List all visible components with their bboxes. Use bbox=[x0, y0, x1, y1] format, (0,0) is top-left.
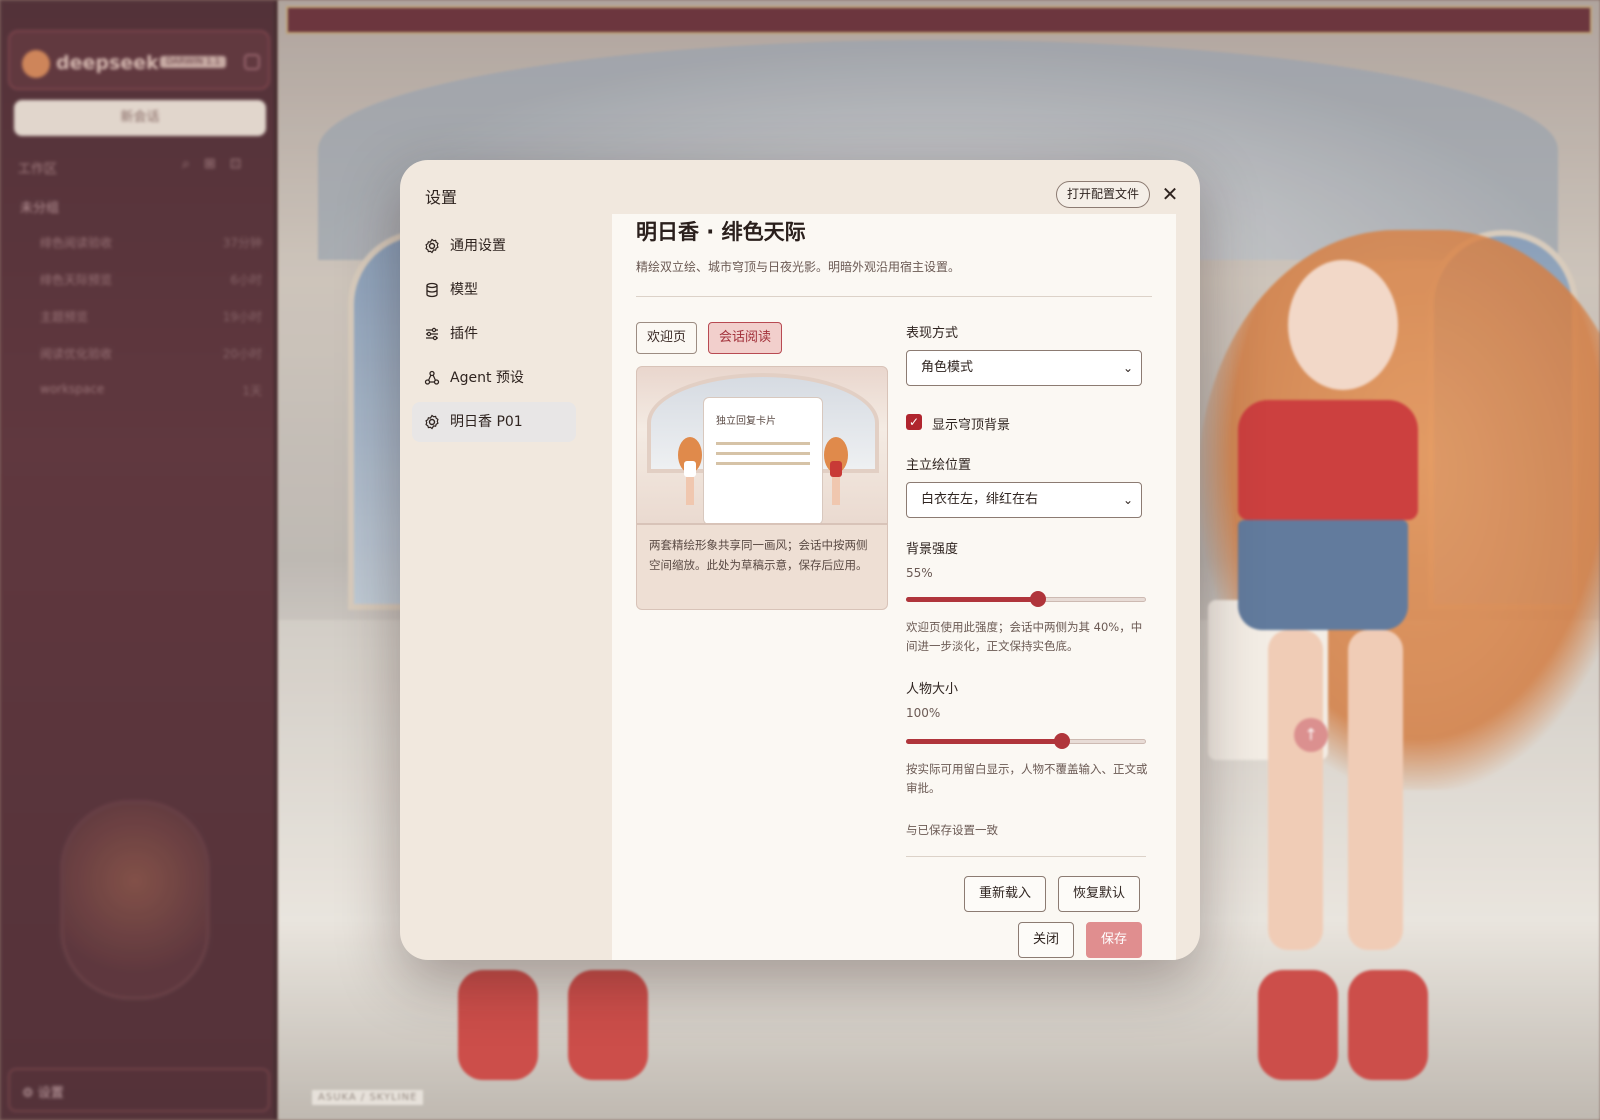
divider bbox=[636, 296, 1152, 297]
sliders-icon bbox=[426, 327, 438, 341]
preview-note: 两套精绘形象共享同一画风；会话中按两侧空间缩放。此处为草稿示意，保存后应用。 bbox=[636, 524, 888, 610]
size-value: 100% bbox=[906, 706, 941, 720]
nav-label: 通用设置 bbox=[450, 238, 506, 254]
mode-label: 表现方式 bbox=[906, 326, 959, 341]
page-subtitle: 精绘双立绘、城市穹顶与日夜光影。明暗外观沿用宿主设置。 bbox=[636, 260, 961, 274]
settings-dialog: 设置 打开配置文件 ✕ 通用设置 模型 插件 Agent 预设 明日香 P01 … bbox=[400, 160, 1200, 960]
bg-strength-hint: 欢迎页使用此强度；会话中两侧为其 40%，中间进一步淡化，正文保持实色底。 bbox=[906, 620, 1143, 653]
save-status: 与已保存设置一致 bbox=[906, 823, 998, 837]
nav-label: 模型 bbox=[450, 282, 478, 298]
agent-icon bbox=[424, 370, 440, 385]
tab-welcome[interactable]: 欢迎页 bbox=[636, 322, 698, 354]
preview-text-line bbox=[716, 452, 810, 455]
slider-fill bbox=[906, 597, 1038, 602]
preview-reply-card: 独立回复卡片 bbox=[703, 397, 823, 523]
chevron-down-icon: ⌄ bbox=[1122, 361, 1133, 375]
reload-button[interactable]: 重新载入 bbox=[964, 876, 1047, 912]
nav-item-plugins[interactable]: 插件 bbox=[412, 314, 576, 354]
preview-card-label: 独立回复卡片 bbox=[716, 416, 776, 427]
mode-select[interactable]: 角色模式 ⌄ bbox=[906, 350, 1142, 386]
size-slider[interactable] bbox=[906, 732, 1146, 750]
nav-item-models[interactable]: 模型 bbox=[412, 270, 576, 310]
gear-icon bbox=[425, 414, 439, 430]
settings-content: 明日香 · 绯色天际 精绘双立绘、城市穹顶与日夜光影。明暗外观沿用宿主设置。 欢… bbox=[612, 214, 1176, 960]
position-label: 主立绘位置 bbox=[906, 458, 972, 473]
nav-label: 插件 bbox=[450, 326, 478, 342]
slider-thumb[interactable] bbox=[1030, 591, 1046, 607]
position-select[interactable]: 白衣在左，绯红在右 ⌄ bbox=[906, 482, 1142, 518]
dome-checkbox-label[interactable]: 显示穹顶背景 bbox=[932, 414, 1010, 433]
size-hint: 按实际可用留白显示，人物不覆盖输入、正文或审批。 bbox=[906, 762, 1148, 795]
page-title: 明日香 · 绯色天际 bbox=[636, 220, 806, 244]
nav-label: Agent 预设 bbox=[450, 370, 524, 386]
settings-nav: 通用设置 模型 插件 Agent 预设 明日香 P01 bbox=[412, 226, 576, 446]
nav-item-general[interactable]: 通用设置 bbox=[412, 226, 576, 266]
nav-item-asuka-p01[interactable]: 明日香 P01 bbox=[412, 402, 576, 442]
dome-checkbox[interactable]: ✓ bbox=[906, 414, 922, 430]
database-icon bbox=[426, 282, 438, 298]
open-config-button[interactable]: 打开配置文件 bbox=[1055, 181, 1150, 208]
size-label: 人物大小 bbox=[906, 682, 959, 697]
divider bbox=[906, 856, 1146, 857]
save-button[interactable]: 保存 bbox=[1086, 922, 1143, 958]
bg-strength-label: 背景强度 bbox=[906, 542, 959, 557]
close-button[interactable]: 关闭 bbox=[1018, 922, 1075, 958]
chevron-down-icon: ⌄ bbox=[1122, 493, 1133, 507]
close-icon[interactable]: ✕ bbox=[1158, 182, 1182, 206]
theme-preview: 独立回复卡片 bbox=[636, 366, 888, 524]
tab-conversation-reading[interactable]: 会话阅读 bbox=[708, 322, 783, 354]
slider-fill bbox=[906, 739, 1062, 744]
nav-item-agent-presets[interactable]: Agent 预设 bbox=[412, 358, 576, 398]
preview-text-line bbox=[716, 462, 810, 465]
position-select-value: 白衣在左，绯红在右 bbox=[921, 492, 1039, 507]
preview-character-left bbox=[678, 437, 702, 507]
dialog-title: 设置 bbox=[425, 188, 458, 207]
preview-character-right bbox=[824, 437, 848, 507]
nav-label: 明日香 P01 bbox=[450, 414, 523, 430]
bg-strength-slider[interactable] bbox=[906, 590, 1146, 608]
reset-default-button[interactable]: 恢复默认 bbox=[1058, 876, 1141, 912]
slider-thumb[interactable] bbox=[1054, 733, 1070, 749]
preview-text-line bbox=[716, 442, 810, 445]
gear-icon bbox=[425, 238, 439, 254]
mode-select-value: 角色模式 bbox=[921, 360, 974, 375]
bg-strength-value: 55% bbox=[906, 566, 933, 580]
